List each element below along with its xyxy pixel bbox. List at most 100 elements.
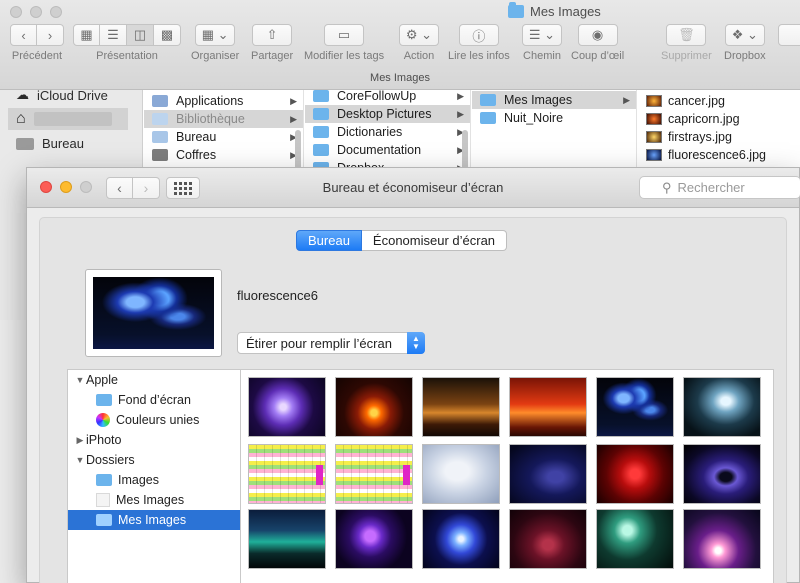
list-item[interactable]: capricorn.jpg [638,110,800,128]
tab-control: Bureau Économiseur d’écran [296,230,508,251]
wallpaper-thumbnail[interactable] [335,377,413,437]
list-item[interactable]: fluorescence6.jpg [638,146,800,164]
zoom-button[interactable] [50,6,62,18]
source-item-mes-images[interactable]: Mes Images [68,490,240,510]
source-group-dossiers[interactable]: ▼ Dossiers [68,450,240,470]
list-item[interactable]: Mes Images ▶ [472,91,636,109]
back-button[interactable]: ‹ [10,24,37,46]
list-item[interactable]: cancer.jpg [638,92,800,110]
desktop-screensaver-window: ‹ › Bureau et économiseur d’écran ⚲ Rech… [26,167,800,583]
path-group: ☰ ⌄ Chemin [522,24,562,62]
list-item[interactable]: Desktop Pictures ▶ [305,105,470,123]
wallpaper-thumbnail[interactable] [683,444,761,504]
wallpaper-thumbnail[interactable] [335,509,413,569]
source-item-couleurs-unies[interactable]: Couleurs unies [68,410,240,430]
wallpaper-thumbnail[interactable] [248,444,326,504]
wallpaper-preview-image [93,277,214,349]
search-field[interactable]: ⚲ Rechercher [639,176,800,199]
info-group: ⓘ Lire les infos [448,24,510,62]
disclosure-closed-icon[interactable]: ▶ [74,435,86,446]
list-view-button[interactable]: ☰ [100,24,127,46]
list-item[interactable]: firstrays.jpg [638,128,800,146]
share-group: ⇧ Partager [251,24,293,62]
finder-window-controls[interactable] [10,6,62,18]
list-item[interactable]: Coffres ▶ [144,146,303,164]
sidebar-item-bureau[interactable]: Bureau [16,136,84,151]
tags-group: ▭ Modifier les tags [304,24,384,62]
cloud-icon: ☁ [16,87,29,102]
path-bar: Mes Images [370,72,430,84]
disclosure-open-icon[interactable]: ▼ [74,455,86,465]
wallpaper-thumbnail[interactable] [422,377,500,437]
disclosure-open-icon[interactable]: ▼ [74,375,86,385]
wallpaper-thumbnail[interactable] [596,444,674,504]
wallpaper-thumbnail[interactable] [509,444,587,504]
icon-view-button[interactable]: ▦ [73,24,100,46]
source-item-mes-images-selected[interactable]: Mes Images [68,510,240,530]
finder-title: Mes Images [508,2,601,19]
desktop-icon [16,137,34,150]
wallpaper-grid [240,369,774,583]
share-button[interactable]: ⇧ [252,24,293,46]
wallpaper-thumbnail[interactable] [509,377,587,437]
column-view-button[interactable]: ◫ [127,24,154,46]
source-group-iphoto[interactable]: ▶ iPhoto [68,430,240,450]
trash-icon[interactable]: 🗑 [666,24,707,46]
wallpaper-name: fluorescence6 [237,288,318,303]
blank-folder-icon [96,493,110,507]
wallpaper-thumbnail[interactable] [683,377,761,437]
list-item[interactable]: Documentation ▶ [305,141,470,159]
wallpaper-thumbnail[interactable] [596,377,674,437]
dropbox-icon[interactable]: ❖ ⌄ [724,24,765,46]
folder-icon [96,514,112,526]
coverflow-view-button[interactable]: ▩ [154,24,181,46]
wallpaper-thumbnail[interactable] [683,509,761,569]
wallpaper-thumbnail[interactable] [335,444,413,504]
wallpaper-preview [85,269,222,357]
delete-group: 🗑 Supprimer [661,24,712,62]
folder-icon [96,394,112,406]
organize-button[interactable]: ▦ ⌄ [195,24,236,46]
tab-screensaver[interactable]: Économiseur d’écran [361,230,508,251]
wallpaper-thumbnail[interactable] [248,509,326,569]
path-button[interactable]: ☰ ⌄ [522,24,562,46]
gear-icon[interactable]: ⚙ ⌄ [399,24,439,46]
prefs-titlebar: ‹ › Bureau et économiseur d’écran ⚲ Rech… [27,168,800,208]
list-item[interactable]: Bureau ▶ [144,128,303,146]
source-item-fond-ecran[interactable]: Fond d’écran [68,390,240,410]
view-mode-group: ▦ ☰ ◫ ▩ Présentation [73,24,181,62]
list-item[interactable]: CoreFollowUp ▶ [305,90,470,105]
tag-button[interactable]: ▭ [324,24,365,46]
forward-button[interactable]: › [37,24,64,46]
wallpaper-thumbnail[interactable] [509,509,587,569]
redacted-username [33,112,112,126]
info-icon[interactable]: ⓘ [458,24,499,46]
close-button[interactable] [10,6,22,18]
folder-icon [508,2,524,18]
wallpaper-thumbnail[interactable] [422,509,500,569]
source-item-images[interactable]: Images [68,470,240,490]
finder-toolbar: Mes Images ‹ › Précédent ▦ ☰ ◫ ▩ Présent… [0,0,800,90]
list-item[interactable]: Nuit_Noire [472,109,636,127]
tab-bureau[interactable]: Bureau [296,230,362,251]
chevron-updown-icon: ▲ ▼ [407,332,425,354]
color-wheel-icon [96,413,110,427]
list-item[interactable]: Bibliothèque ▶ [144,110,303,128]
folder-icon [96,474,112,486]
overflow-button[interactable] [778,24,800,46]
list-item[interactable]: Dictionaries ▶ [305,123,470,141]
sidebar-item-home[interactable]: ⌂ [16,110,112,128]
sidebar-item-icloud[interactable]: ☁ iCloud Drive [16,87,108,103]
source-group-apple[interactable]: ▼ Apple [68,370,240,390]
fit-mode-select[interactable]: Étirer pour remplir l’écran ▲ ▼ [237,332,425,354]
wallpaper-thumbnail[interactable] [248,377,326,437]
eye-icon[interactable]: ◉ [577,24,618,46]
list-item[interactable]: Applications ▶ [144,92,303,110]
action-group: ⚙ ⌄ Action [399,24,439,62]
wallpaper-thumbnail[interactable] [596,509,674,569]
dropbox-group: ❖ ⌄ Dropbox [724,24,766,62]
back-forward-group: ‹ › Précédent [10,24,64,62]
minimize-button[interactable] [30,6,42,18]
home-icon: ⌂ [16,110,26,127]
wallpaper-thumbnail[interactable] [422,444,500,504]
